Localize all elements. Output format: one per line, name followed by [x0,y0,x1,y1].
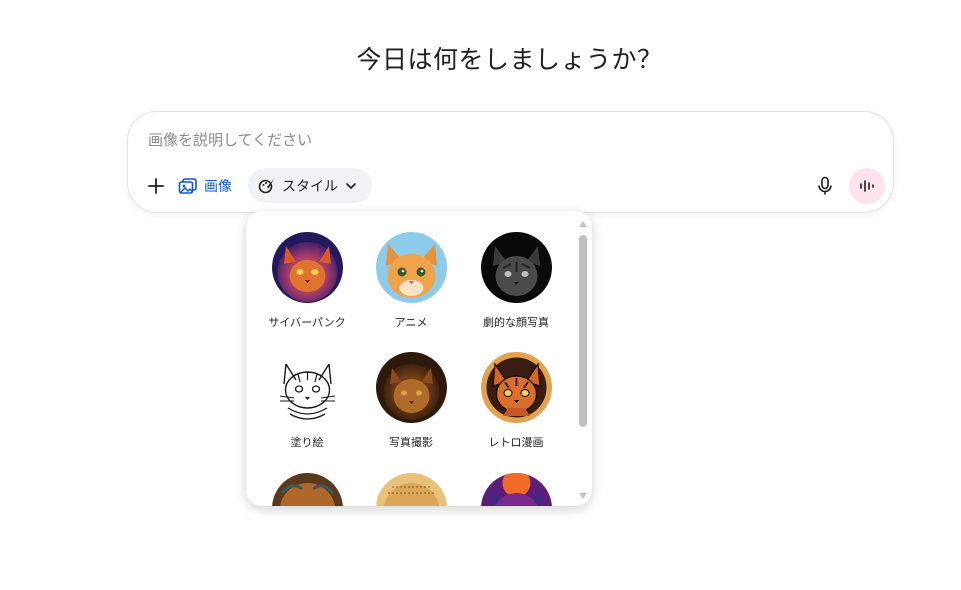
style-option-label: 塗り絵 [290,436,324,449]
style-option-dramatic-portrait[interactable]: 劇的な顔写真 [461,232,571,330]
microphone-button[interactable] [811,172,839,200]
microphone-icon [818,176,832,195]
style-option[interactable] [252,473,362,506]
prompt-input[interactable] [148,128,748,152]
style-button-label: スタイル [282,178,338,195]
engraving-cat-thumbnail [375,473,447,506]
anime-cat-thumbnail [375,232,447,303]
style-option-label: アニメ [394,316,428,329]
image-icon [178,178,197,194]
style-dropdown-menu: サイバーパンク アニメ 劇的な顔写真 塗り絵 写真撮影 レトロ漫画 [246,211,592,506]
photography-cat-thumbnail [375,352,447,423]
page-heading: 今日は何をしましょうか？ [356,45,663,74]
scroll-up-arrow-icon[interactable] [579,221,587,227]
scroll-down-arrow-icon[interactable] [579,493,587,499]
style-option-label: サイバーパンク [268,316,346,329]
psychedelic-cat-thumbnail [480,473,552,506]
style-option-label: 写真撮影 [389,436,433,449]
image-button-label: 画像 [204,179,232,195]
style-dropdown-button[interactable]: スタイル [248,168,372,203]
oil-painting-cat-thumbnail [271,473,343,506]
style-option[interactable] [461,473,571,506]
chevron-down-icon [346,182,356,189]
cyberpunk-cat-thumbnail [271,232,343,303]
voice-mode-button[interactable] [849,168,885,204]
scrollbar-thumb[interactable] [579,235,587,427]
add-button[interactable] [142,172,170,200]
style-option-cyberpunk[interactable]: サイバーパンク [252,232,362,330]
dramatic-portrait-cat-thumbnail [480,232,552,303]
palette-brush-icon [258,178,274,193]
style-option-retro-comic[interactable]: レトロ漫画 [461,352,571,450]
retro-comic-cat-thumbnail [480,352,552,423]
style-option[interactable] [356,473,466,506]
coloring-page-cat-thumbnail [271,352,343,423]
plus-icon [148,178,164,194]
audio-waveform-icon [860,180,874,192]
image-button[interactable]: 画像 [178,172,232,200]
style-option-coloring-page[interactable]: 塗り絵 [252,352,362,450]
style-option-label: レトロ漫画 [488,436,544,449]
dropdown-scrollbar[interactable] [578,217,588,501]
prompt-composer: 画像 スタイル [127,111,894,213]
style-option-anime[interactable]: アニメ [356,232,466,330]
style-option-label: 劇的な顔写真 [483,316,549,329]
style-option-photography[interactable]: 写真撮影 [356,352,466,450]
